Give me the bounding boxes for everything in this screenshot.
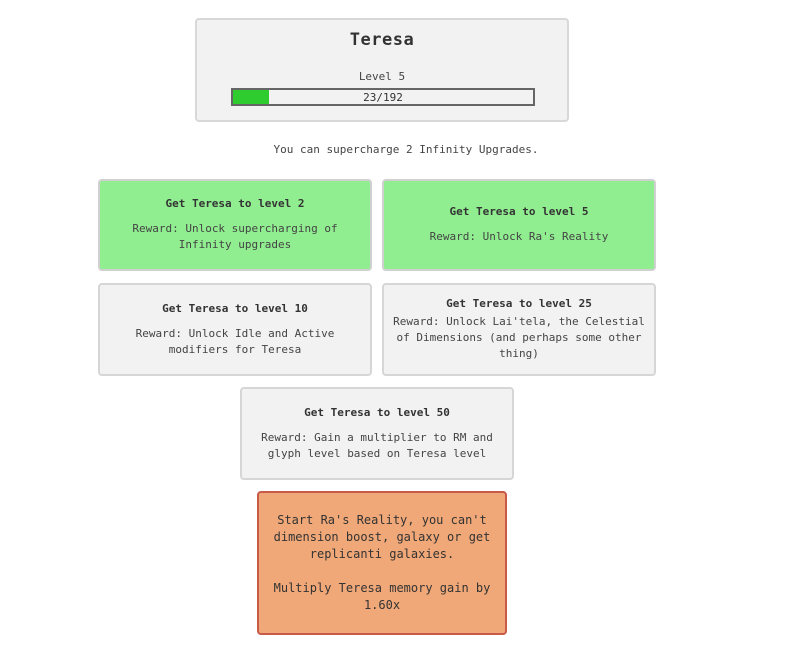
pet-name: Teresa [349, 30, 415, 50]
unlock-card-level-2: Get Teresa to level 2 Reward: Unlock sup… [98, 179, 372, 271]
start-ra-reality-button[interactable]: Start Ra's Reality, you can't dimension … [257, 491, 507, 635]
unlock-card-level-10: Get Teresa to level 10 Reward: Unlock Id… [98, 283, 372, 376]
pet-level: Level 5 [358, 70, 406, 83]
unlock-title: Get Teresa to level 2 [165, 197, 305, 210]
unlock-title: Get Teresa to level 5 [449, 205, 589, 218]
supercharge-info: You can supercharge 2 Infinity Upgrades. [273, 143, 539, 156]
unlock-reward: Reward: Unlock Lai'tela, the Celestial o… [393, 315, 645, 360]
ra-celestial-tab: Teresa Level 5 23/192 You can supercharg… [0, 0, 812, 658]
experience-bar: 23/192 [231, 88, 535, 106]
unlock-reward: Reward: Unlock Idle and Active modifiers… [135, 326, 335, 356]
unlock-reward: Reward: Unlock Ra's Reality [429, 230, 609, 243]
start-reality-description: Start Ra's Reality, you can't dimension … [273, 513, 491, 561]
unlock-card-level-5: Get Teresa to level 5 Reward: Unlock Ra'… [382, 179, 656, 271]
unlock-card-level-50: Get Teresa to level 50 Reward: Gain a mu… [240, 387, 514, 480]
unlock-title: Get Teresa to level 50 [304, 405, 450, 419]
unlock-title: Get Teresa to level 25 [446, 297, 592, 310]
unlock-card-level-25: Get Teresa to level 25 Reward: Unlock La… [382, 283, 656, 376]
unlock-title: Get Teresa to level 10 [162, 301, 308, 315]
pet-header-panel: Teresa Level 5 23/192 [195, 18, 569, 122]
unlock-reward: Reward: Gain a multiplier to RM and glyp… [261, 430, 493, 460]
unlock-reward: Reward: Unlock supercharging of Infinity… [132, 222, 338, 251]
experience-bar-text: 23/192 [363, 91, 403, 104]
memory-multiplier-text: Multiply Teresa memory gain by 1.60x [273, 581, 491, 612]
